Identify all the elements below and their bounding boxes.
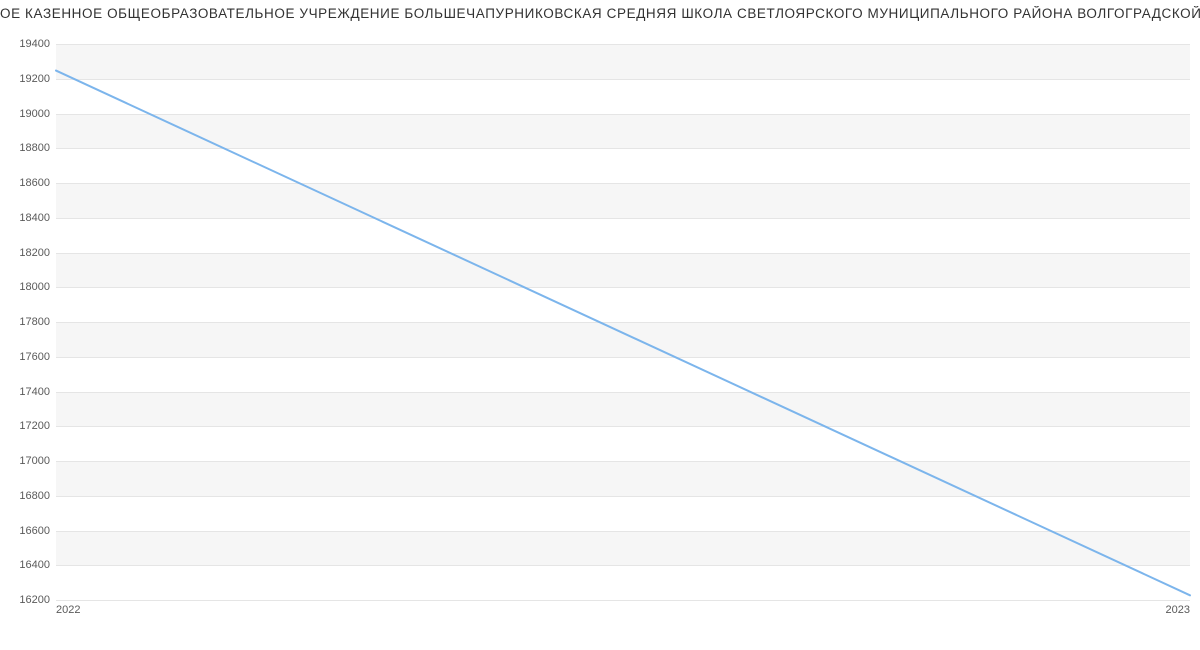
y-tick-label: 18000 (6, 281, 50, 293)
x-tick-label: 2022 (56, 604, 80, 616)
y-tick-label: 18200 (6, 247, 50, 259)
x-tick-label: 2023 (1166, 604, 1190, 616)
chart-title: ОЕ КАЗЕННОЕ ОБЩЕОБРАЗОВАТЕЛЬНОЕ УЧРЕЖДЕН… (0, 6, 1200, 21)
y-tick-label: 16800 (6, 490, 50, 502)
y-tick-label: 17200 (6, 420, 50, 432)
y-tick-label: 19200 (6, 73, 50, 85)
y-tick-label: 16600 (6, 525, 50, 537)
y-tick-label: 17400 (6, 386, 50, 398)
y-tick-label: 18400 (6, 212, 50, 224)
y-tick-label: 16200 (6, 594, 50, 606)
y-tick-label: 19400 (6, 38, 50, 50)
y-tick-label: 17800 (6, 316, 50, 328)
y-tick-label: 17600 (6, 351, 50, 363)
y-tick-label: 18600 (6, 177, 50, 189)
chart-container: ОЕ КАЗЕННОЕ ОБЩЕОБРАЗОВАТЕЛЬНОЕ УЧРЕЖДЕН… (0, 0, 1200, 650)
y-tick-label: 17000 (6, 455, 50, 467)
line-series (56, 44, 1190, 600)
y-tick-label: 19000 (6, 108, 50, 120)
y-tick-label: 16400 (6, 559, 50, 571)
y-tick-label: 18800 (6, 142, 50, 154)
gridline (56, 600, 1190, 601)
plot-area (56, 44, 1190, 600)
